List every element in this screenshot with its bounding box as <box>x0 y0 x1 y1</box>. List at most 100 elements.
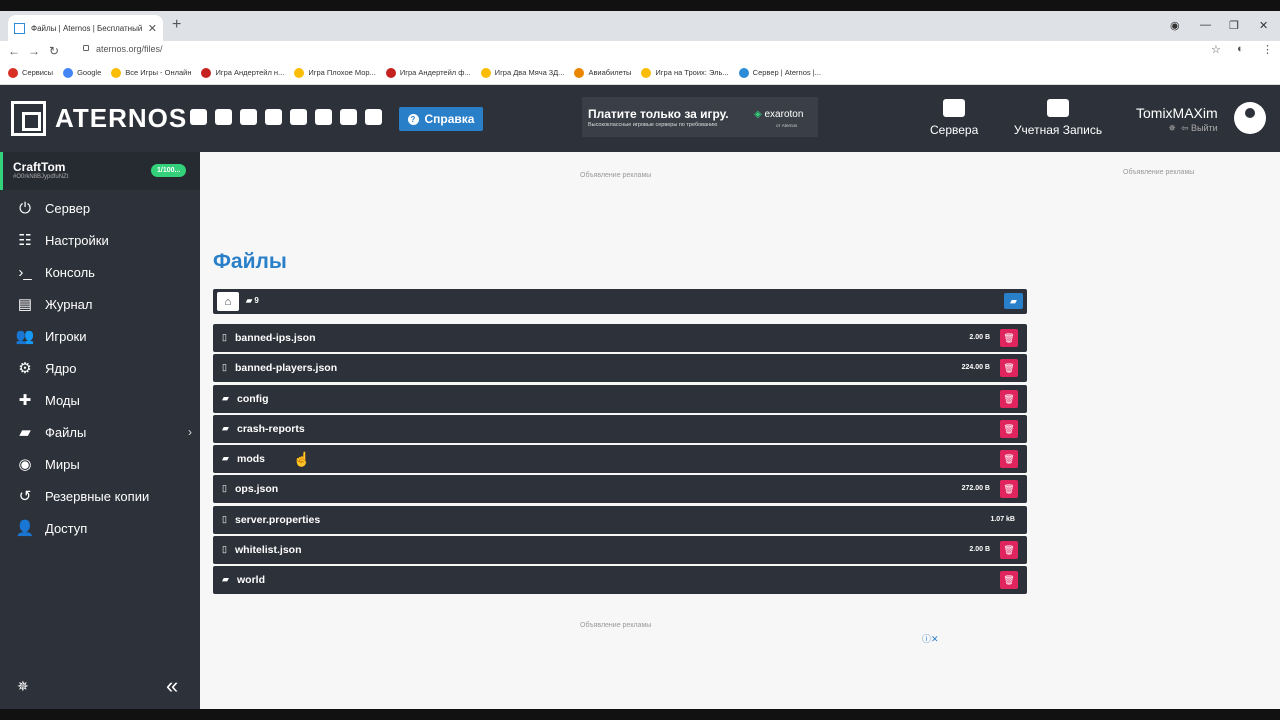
sidebar-item-history[interactable]: ↺ Резервные копии <box>0 480 200 512</box>
file-name[interactable]: world <box>237 574 265 586</box>
window-close-icon[interactable]: ✕ <box>1259 19 1268 32</box>
file-row[interactable]: ▯ banned-players.json 224.00 B 🗑 <box>213 354 1027 383</box>
sidebar-item-globe[interactable]: ◉ Миры <box>0 448 200 480</box>
instagram-icon[interactable] <box>265 109 282 125</box>
bookmark-item[interactable]: Все Игры - Онлайн <box>111 67 191 78</box>
trash-icon[interactable]: 🗑 <box>1000 389 1018 408</box>
sidebar-item-players[interactable]: 👥 Игроки <box>0 320 200 352</box>
bookmark-item[interactable]: Игра Андертейл ф... <box>385 67 471 78</box>
logo-text[interactable]: ATERNOS <box>55 103 187 134</box>
reddit-icon[interactable] <box>290 109 307 125</box>
twitter-icon[interactable] <box>190 109 207 125</box>
user-lock-icon: 👤 <box>15 520 35 537</box>
teamspeak-icon[interactable] <box>340 109 357 125</box>
file-row[interactable]: ▰ world 🗑 <box>213 566 1027 595</box>
trash-icon[interactable]: 🗑 <box>1000 480 1018 499</box>
settings-small-icon[interactable]: ✵ <box>1168 123 1176 133</box>
bookmark-item[interactable]: Сервер | Aternos |... <box>738 67 821 78</box>
file-row[interactable]: ▯ server.properties 1.07 kB <box>213 505 1027 534</box>
sidebar-item-sliders[interactable]: ☷ Настройки <box>0 224 200 256</box>
bookmark-item[interactable]: Игра на Троих: Эль... <box>641 67 729 78</box>
avatar[interactable] <box>1234 102 1266 134</box>
discord-icon[interactable] <box>315 109 332 125</box>
username[interactable]: TomixMAXim <box>1136 105 1218 121</box>
sidebar-item-log[interactable]: ▤ Журнал <box>0 288 200 320</box>
collapse-sidebar-icon[interactable]: « <box>166 673 178 699</box>
url-field[interactable]: aternos.org/files/ <box>96 44 163 54</box>
file-row[interactable]: ▰ mods 🗑 <box>213 445 1027 474</box>
bookmark-item[interactable]: Авиабилеты <box>574 67 631 78</box>
bookmark-item[interactable]: Игра Два Мяча 3Д... <box>480 67 565 78</box>
bookmark-favicon-icon <box>111 67 122 78</box>
file-name[interactable]: crash-reports <box>237 423 305 435</box>
trash-icon[interactable]: 🗑 <box>1000 329 1018 347</box>
sidebar-item-power[interactable]: ⏻ Сервер <box>0 192 200 224</box>
sidebar-item-user-lock[interactable]: 👤 Доступ <box>0 512 200 544</box>
file-name[interactable]: server.properties <box>235 514 320 526</box>
home-folder-button[interactable]: ⌂ <box>217 292 239 311</box>
file-row[interactable]: ▯ banned-ips.json 2.00 B 🗑 <box>213 324 1027 352</box>
forward-icon[interactable]: → <box>24 44 44 58</box>
profile-menu-icon[interactable]: ◉ <box>1170 19 1180 32</box>
sidebar-item-puzzle[interactable]: ✚ Моды <box>0 384 200 416</box>
file-name[interactable]: mods <box>237 453 265 465</box>
youtube-icon[interactable] <box>240 109 257 125</box>
question-icon: ? <box>407 113 419 125</box>
file-size: 272.00 B <box>961 485 990 493</box>
bookmark-item[interactable]: Игра Плохое Мор... <box>294 67 376 78</box>
ad-info-close-icon[interactable]: ⓘ✕ <box>922 632 939 645</box>
user-block: TomixMAXim ✵ ⇦ Выйти <box>1136 105 1218 134</box>
address-bar: ← → ↻ aternos.org/files/ ☆ ◐ ⋮ <box>0 41 1280 61</box>
file-row[interactable]: ▯ whitelist.json 2.00 B 🗑 <box>213 536 1027 565</box>
file-name[interactable]: config <box>237 393 269 405</box>
file-name[interactable]: whitelist.json <box>235 544 302 556</box>
file-name[interactable]: banned-players.json <box>235 362 337 374</box>
minimize-icon[interactable]: — <box>1200 19 1211 31</box>
sidebar-settings-icon[interactable]: ✵ <box>17 678 29 695</box>
browser-menu-icon[interactable]: ⋮ <box>1262 43 1273 56</box>
trash-icon[interactable]: 🗑 <box>1000 419 1018 438</box>
account-nav[interactable]: Учетная Запись <box>1013 99 1103 137</box>
ad-label-top: Объявление рекламы <box>580 172 652 179</box>
bookmark-item[interactable]: Сервисы <box>8 67 53 78</box>
file-row[interactable]: ▰ crash-reports 🗑 <box>213 414 1027 443</box>
help-button[interactable]: ? Справка <box>399 107 483 131</box>
trash-icon[interactable]: 🗑 <box>1000 571 1018 590</box>
cogs-icon: ⚙ <box>18 360 32 377</box>
chevron-right-icon: › <box>188 425 192 439</box>
file-name[interactable]: ops.json <box>235 483 278 495</box>
file-name[interactable]: banned-ips.json <box>235 332 316 344</box>
tab-close-icon[interactable]: ✕ <box>148 22 157 35</box>
sidebar-item-folder[interactable]: ▰ Файлы › <box>0 416 200 448</box>
aternos-logo-icon[interactable] <box>11 101 46 136</box>
bookmark-label: Игра Два Мяча 3Д... <box>494 68 565 77</box>
sidebar-item-cogs[interactable]: ⚙ Ядро <box>0 352 200 384</box>
exaroton-ad-banner[interactable]: Платите только за игру. Высококлассные и… <box>582 97 818 137</box>
extension-icon[interactable]: ◐ <box>1237 43 1244 55</box>
restore-icon[interactable]: ❐ <box>1229 19 1239 32</box>
trash-icon[interactable]: 🗑 <box>1000 450 1018 469</box>
new-tab-icon[interactable]: + <box>172 16 181 34</box>
file-row[interactable]: ▰ config 🗑 <box>213 384 1027 413</box>
facebook-icon[interactable] <box>215 109 232 125</box>
trash-icon[interactable]: 🗑 <box>1000 541 1018 560</box>
user-cog-icon <box>1047 99 1069 117</box>
new-folder-button[interactable]: ▰ <box>1004 293 1023 309</box>
file-row[interactable]: ▯ ops.json 272.00 B 🗑 <box>213 475 1027 504</box>
bookmark-item[interactable]: Google <box>63 67 101 78</box>
back-icon[interactable]: ← <box>4 44 24 58</box>
trash-icon[interactable]: 🗑 <box>1000 359 1018 378</box>
server-selector[interactable]: CraftTom #O0rkN8BJypdfuNZt 1/100... <box>0 152 200 190</box>
server-name: CraftTom <box>13 160 66 174</box>
sidebar: CraftTom #O0rkN8BJypdfuNZt 1/100... ⏻ Сер… <box>0 152 200 709</box>
bookmark-item[interactable]: Игра Андертейл н... <box>201 67 284 78</box>
browser-tab[interactable]: Файлы | Aternos | Бесплатный с ✕ <box>8 15 163 41</box>
sidebar-item-label: Резервные копии <box>45 488 150 504</box>
sidebar-item-label: Игроки <box>45 328 87 344</box>
sidebar-item-terminal[interactable]: ›_ Консоль <box>0 256 200 288</box>
reload-icon[interactable]: ↻ <box>44 44 64 58</box>
github-icon[interactable] <box>365 109 382 125</box>
logout-link[interactable]: ✵ ⇦ Выйти <box>1136 123 1217 134</box>
servers-nav[interactable]: Сервера <box>930 99 978 137</box>
bookmark-star-icon[interactable]: ☆ <box>1211 43 1221 56</box>
